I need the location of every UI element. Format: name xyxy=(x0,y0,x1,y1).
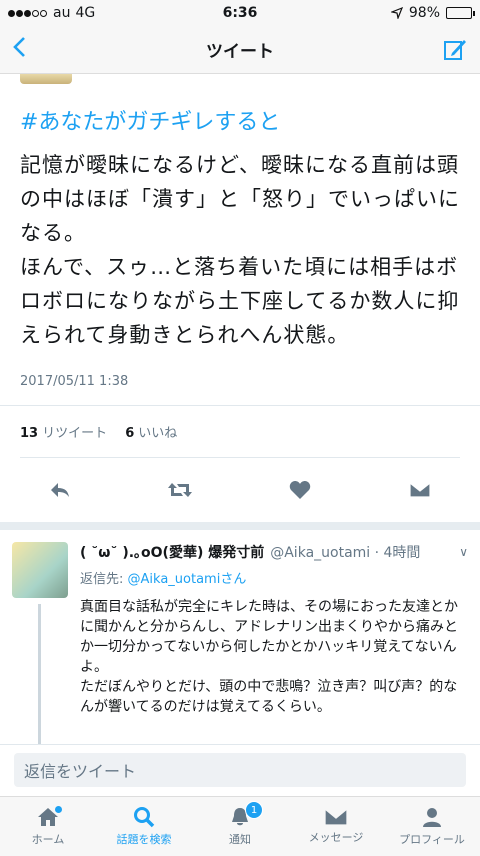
signal-strength-icon xyxy=(8,5,48,21)
status-bar: au 4G 6:36 98% xyxy=(0,0,480,26)
battery-percent: 98% xyxy=(408,5,440,21)
tweet-actions xyxy=(0,458,480,530)
tab-label: ホーム xyxy=(31,833,65,846)
thread-line xyxy=(38,604,41,754)
compose-icon xyxy=(444,39,466,60)
carrier-label: au xyxy=(53,5,71,21)
hashtag-link[interactable]: #あなたがガチギレすると xyxy=(20,104,460,136)
battery-icon xyxy=(446,7,475,19)
page-title: ツイート xyxy=(206,42,274,62)
tweet-timestamp: 2017/05/11 1:38 xyxy=(20,374,129,389)
tab-notifications[interactable]: 1 通知 xyxy=(195,797,285,856)
compose-button[interactable] xyxy=(428,37,468,63)
reply-text: 真面目な話私が完全にキレた時は、その場におった友達とかに聞かんと分からんし、アド… xyxy=(80,599,458,715)
reply-to-label: 返信先: xyxy=(80,572,128,587)
reply-input[interactable]: 返信をツイート xyxy=(14,753,466,787)
back-button[interactable] xyxy=(12,35,52,65)
reply-icon xyxy=(51,483,69,497)
avatar[interactable] xyxy=(12,542,68,598)
notification-badge: 1 xyxy=(245,801,263,819)
tweet-text: 記憶が曖昧になるけど、曖昧になる直前は頭の中はほぼ「潰す」と「怒り」でいっぱいに… xyxy=(20,153,460,347)
retweet-label[interactable]: リツイート xyxy=(42,426,107,441)
retweet-count[interactable]: 13 xyxy=(20,426,38,441)
new-content-dot xyxy=(55,806,62,813)
tab-profile[interactable]: プロフィール xyxy=(387,797,477,856)
like-label[interactable]: いいね xyxy=(138,426,177,441)
reply-to-user-link[interactable]: @Aika_uotamiさん xyxy=(128,572,247,587)
tab-bar: ホーム 話題を検索 1 通知 メッセージ プロフィール xyxy=(0,796,480,856)
location-arrow-icon xyxy=(390,7,403,19)
retweet-button[interactable] xyxy=(160,481,200,499)
profile-icon xyxy=(423,808,441,827)
tab-messages[interactable]: メッセージ xyxy=(291,797,381,856)
reply-composer: 返信をツイート xyxy=(0,744,480,797)
chevron-down-icon[interactable]: ∨ xyxy=(459,545,468,559)
retweet-icon xyxy=(168,483,192,497)
like-button[interactable] xyxy=(280,480,320,500)
tab-label: 通知 xyxy=(229,833,251,846)
clock: 6:36 xyxy=(222,5,258,21)
heart-icon xyxy=(289,481,311,499)
mail-icon xyxy=(324,808,348,826)
mail-icon xyxy=(409,482,431,498)
tab-label: 話題を検索 xyxy=(116,833,172,846)
chevron-left-icon xyxy=(13,36,25,57)
reply-button[interactable] xyxy=(40,481,80,499)
network-label: 4G xyxy=(75,5,96,21)
tab-home[interactable]: ホーム xyxy=(3,797,93,856)
dm-share-button[interactable] xyxy=(400,482,440,498)
search-icon xyxy=(134,807,155,828)
tweet-stats: 13 リツイート 6 いいね xyxy=(0,406,480,457)
reply-author-handle: @Aika_uotami · 4時間 xyxy=(270,545,421,561)
reply-to-line: 返信先: @Aika_uotamiさん xyxy=(80,568,468,587)
reply-author-name[interactable]: ( ˘ω˘ ).｡oO(愛華) 爆発寸前 xyxy=(80,542,264,562)
tab-label: メッセージ xyxy=(308,831,364,844)
like-count[interactable]: 6 xyxy=(125,426,134,441)
tab-label: プロフィール xyxy=(399,833,465,846)
author-avatar[interactable] xyxy=(20,74,72,84)
nav-bar: ツイート xyxy=(0,26,480,74)
reply-tweet[interactable]: ( ˘ω˘ ).｡oO(愛華) 爆発寸前 @Aika_uotami · 4時間 … xyxy=(0,530,480,756)
tab-search[interactable]: 話題を検索 xyxy=(99,797,189,856)
main-tweet: #あなたがガチギレすると 記憶が曖昧になるけど、曖昧になる直前は頭の中はほぼ「潰… xyxy=(0,84,480,389)
